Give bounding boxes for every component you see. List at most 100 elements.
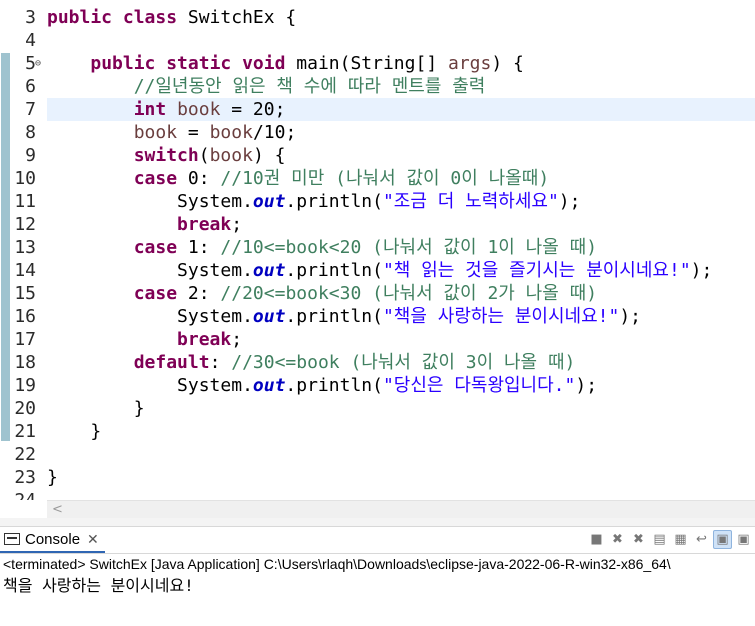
line-number: 5 (25, 53, 36, 74)
code-line[interactable]: } (47, 420, 101, 443)
code-line[interactable]: System.out.println("책을 사랑하는 분이시네요!"); (47, 305, 641, 328)
code-token: public static void (90, 53, 286, 74)
code-token: main(String[] (285, 53, 448, 74)
code-token: } (47, 467, 58, 488)
show-on-error-icon[interactable]: ▣ (734, 530, 753, 549)
code-token: case (133, 283, 178, 304)
code-token: ( (198, 145, 210, 166)
line-number: 9 (25, 145, 36, 166)
code-line[interactable]: System.out.println("조금 더 노력하세요"); (47, 190, 580, 213)
code-line[interactable]: System.out.println("책 읽는 것을 즐기시는 분이시네요!"… (47, 259, 712, 282)
close-icon[interactable]: ✕ (87, 531, 99, 548)
line-number: 13 (14, 237, 36, 258)
code-token: args (448, 53, 492, 74)
code-token: = (177, 122, 210, 143)
code-line[interactable]: } (47, 466, 58, 489)
code-editor[interactable]: 3456789101112131415161718192021222324 pu… (0, 0, 755, 500)
code-token: ; (231, 214, 243, 235)
code-token: .println( (285, 260, 383, 281)
horizontal-scrollbar[interactable]: < (47, 500, 755, 519)
code-line[interactable]: break; (47, 328, 242, 351)
code-line[interactable]: public static void main(String[] args) { (47, 52, 524, 75)
code-line[interactable]: break; (47, 213, 242, 236)
code-line[interactable]: book = book/10; (47, 121, 297, 144)
code-token: System. (47, 375, 253, 396)
console-tab-bar: Console ✕ ■ ✖ ✖ ▤ ▦ ↩ ▣ ▣ (0, 526, 755, 554)
console-icon (4, 533, 20, 545)
code-token: SwitchEx { (177, 7, 297, 28)
code-token: ); (690, 260, 713, 281)
code-token: "조금 더 노력하세요" (382, 191, 559, 212)
code-line[interactable]: public class SwitchEx { (47, 6, 296, 29)
code-line[interactable]: switch(book) { (47, 144, 286, 167)
code-token: //10<=book<20 (나눠서 값이 1이 나올 때) (220, 237, 598, 258)
code-token: int (133, 99, 167, 120)
line-number: 14 (14, 260, 36, 281)
code-token: "당신은 다독왕입니다." (382, 375, 576, 396)
code-line[interactable]: case 1: //10<=book<20 (나눠서 값이 1이 나올 때) (47, 236, 597, 259)
code-token: } (47, 398, 145, 419)
code-line[interactable]: int book = 20; (47, 98, 286, 121)
code-token: break (177, 214, 232, 235)
scroll-left-icon[interactable]: < (52, 501, 63, 519)
line-number: 10 (14, 168, 36, 189)
change-ruler (1, 53, 10, 441)
code-token: = 20; (220, 99, 286, 120)
line-number: 22 (14, 444, 36, 465)
code-token: book (209, 145, 253, 166)
scroll-lock-icon[interactable]: ▦ (671, 530, 690, 549)
code-line[interactable]: case 2: //20<=book<30 (나눠서 값이 2가 나올 때) (47, 282, 597, 305)
code-token: case (133, 237, 178, 258)
code-line[interactable]: //일년동안 읽은 책 수에 따라 멘트를 출력 (47, 75, 486, 98)
line-number: 16 (14, 306, 36, 327)
code-token: ); (558, 191, 581, 212)
code-token: 0: (177, 168, 221, 189)
code-token: /10; (252, 122, 297, 143)
line-number: 17 (14, 329, 36, 350)
code-token: .println( (285, 191, 383, 212)
code-line[interactable]: } (47, 397, 145, 420)
show-on-output-icon[interactable]: ▣ (713, 530, 732, 549)
code-token: out (252, 191, 286, 212)
remove-all-icon[interactable]: ✖ (629, 530, 648, 549)
code-token: book (177, 99, 221, 120)
tab-console[interactable]: Console ✕ (0, 527, 105, 553)
line-number: 7 (25, 99, 36, 120)
line-number: 18 (14, 352, 36, 373)
code-token: ); (575, 375, 598, 396)
line-number: 23 (14, 467, 36, 488)
terminate-icon[interactable]: ■ (587, 530, 606, 549)
code-line[interactable]: case 0: //10권 미만 (나눠서 값이 0이 나올때) (47, 167, 549, 190)
code-token: public class (47, 7, 178, 28)
clear-console-icon[interactable]: ▤ (650, 530, 669, 549)
line-number: 21 (14, 421, 36, 442)
code-line[interactable]: System.out.println("당신은 다독왕입니다."); (47, 374, 597, 397)
code-token: ) { (252, 145, 286, 166)
code-token: "책을 사랑하는 분이시네요!" (382, 306, 620, 327)
console-toolbar: ■ ✖ ✖ ▤ ▦ ↩ ▣ ▣ (587, 530, 753, 549)
code-token: book (133, 122, 178, 143)
code-line[interactable]: default: //30<=book (나눠서 값이 3이 나올 때) (47, 351, 576, 374)
line-number: 15 (14, 283, 36, 304)
code-token: System. (47, 306, 253, 327)
word-wrap-icon[interactable]: ↩ (692, 530, 711, 549)
remove-launch-icon[interactable]: ✖ (608, 530, 627, 549)
code-token: 2: (177, 283, 221, 304)
line-number: 19 (14, 375, 36, 396)
line-number: 4 (25, 30, 36, 51)
fold-toggle-icon[interactable]: ⊖ (35, 59, 41, 69)
code-token: out (252, 375, 286, 396)
code-token: ) { (491, 53, 524, 74)
line-number: 6 (25, 76, 36, 97)
code-token: switch (133, 145, 199, 166)
